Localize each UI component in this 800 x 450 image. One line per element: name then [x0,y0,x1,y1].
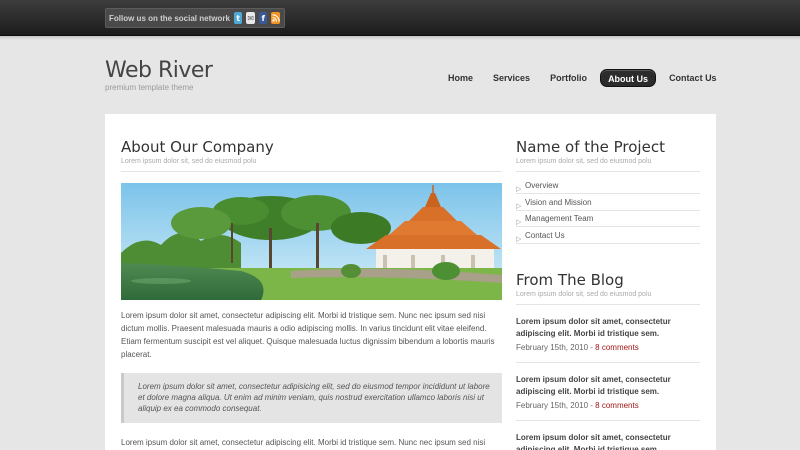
facebook-icon[interactable]: f [258,12,268,24]
blog-post: Lorem ipsum dolor sit amet, consectetur … [516,363,700,421]
blog-post-title[interactable]: Lorem ipsum dolor sit amet, consectetur … [516,432,700,450]
blog-post-meta: February 15th, 2010 - 8 comments [516,343,700,352]
social-bar: Follow us on the social network t ✉ f [105,8,285,28]
site-logo[interactable]: Web River premium template theme [105,58,213,93]
nav-services[interactable]: Services [486,69,537,87]
menu-item-overview[interactable]: ▷ Overview [516,178,700,194]
top-bar: Follow us on the social network t ✉ f [0,0,800,40]
page-subtitle: Lorem ipsum dolor sit, sed do eiusmod po… [121,158,257,165]
menu-item-label: Management Team [525,214,594,223]
nav-portfolio[interactable]: Portfolio [543,69,594,87]
nav-about-us[interactable]: About Us [600,69,657,87]
intro-paragraph: Lorem ipsum dolor sit amet, consectetur … [121,311,495,359]
menu-item-label: Overview [525,181,559,190]
divider [516,171,700,172]
logo-subtitle: premium template theme [105,83,194,92]
menu-item-management[interactable]: ▷ Management Team [516,211,700,227]
main-nav: Home Services Portfolio About Us Contact… [441,69,730,87]
sidebar: Name of the Project Lorem ipsum dolor si… [516,138,700,450]
blog-post-title[interactable]: Lorem ipsum dolor sit amet, consectetur … [516,374,700,398]
menu-item-label: Vision and Mission [525,197,592,207]
comments-link[interactable]: 8 comments [595,401,639,410]
blog-subtitle: Lorem ipsum dolor sit, sed do eiusmod po… [516,290,652,298]
body-paragraph: Lorem ipsum dolor sit amet, consectetur … [121,438,486,447]
twitter-icon[interactable]: t [233,12,243,24]
divider [121,171,502,172]
rss-icon[interactable] [271,12,280,24]
temple-landscape-art [121,183,502,300]
rss-glyph [272,14,280,22]
temple-landscape-image [121,183,502,300]
project-subtitle: Lorem ipsum dolor sit, sed do eiusmod po… [516,158,652,165]
comments-link[interactable]: 8 comments [595,343,639,352]
blog-post-title[interactable]: Lorem ipsum dolor sit amet, consectetur … [516,316,700,340]
logo-title: Web River [105,58,213,83]
mail-icon[interactable]: ✉ [246,12,255,24]
menu-item-vision[interactable]: ▷ Vision and Mission [516,195,700,211]
nav-home[interactable]: Home [441,69,480,87]
social-label: Follow us on the social network [109,13,230,23]
blog-post-date: February 15th, 2010 - [516,342,596,352]
content-panel: About Our Company Lorem ipsum dolor sit,… [105,114,716,450]
blockquote: Lorem ipsum dolor sit amet, consectetur … [121,373,502,423]
project-title: Name of the Project [516,138,665,156]
blog-post: Lorem ipsum dolor sit amet, consectetur … [516,421,700,450]
blog-post-meta: February 15th, 2010 - 8 comments [516,401,700,410]
blog-post-date: February 15th, 2010 - [516,400,596,410]
page-title: About Our Company [121,138,274,156]
triangle-right-icon: ▷ [516,235,522,243]
blog-title: From The Blog [516,270,624,289]
nav-contact-us[interactable]: Contact Us [662,69,724,87]
menu-item-contact[interactable]: ▷ Contact Us [516,228,700,244]
project-menu: ▷ Overview ▷ Vision and Mission ▷ Manage… [516,178,700,244]
menu-item-label: Contact Us [525,230,565,240]
blog-post: Lorem ipsum dolor sit amet, consectetur … [516,305,700,363]
main-column: About Our Company Lorem ipsum dolor sit,… [121,138,502,449]
